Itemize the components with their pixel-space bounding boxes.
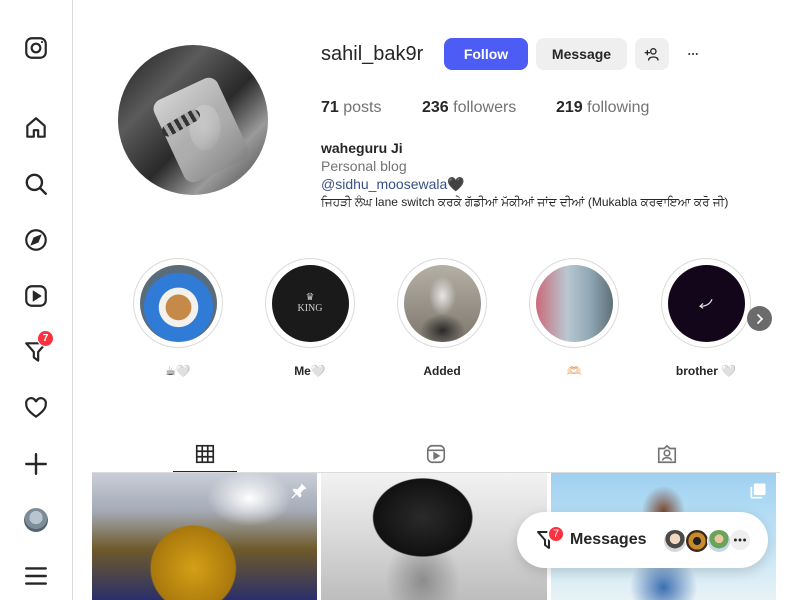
create-plus-icon[interactable] [22, 450, 50, 478]
arrow-curve-icon [699, 299, 713, 309]
bio-name: waheguru Ji [321, 140, 403, 156]
tab-posts[interactable] [173, 437, 237, 471]
search-icon[interactable] [22, 170, 50, 198]
post-thumbnail[interactable] [92, 473, 317, 600]
followers-label: followers [453, 99, 517, 116]
grid-icon [195, 444, 215, 464]
highlight-label: Added [423, 364, 461, 378]
bio-mention-suffix: 🖤 [447, 176, 465, 192]
highlight-item[interactable]: ♛ KING Me🤍 [265, 258, 355, 378]
profile-avatar[interactable] [22, 506, 50, 534]
highlight-label: ☕🤍 [165, 364, 191, 378]
highlight-item[interactable]: brother 🤍 [661, 258, 751, 378]
followers-count: 236 [422, 99, 449, 116]
following-stat[interactable]: 219 following [556, 99, 649, 117]
bio-text: ਜਿਹੜੀ ਲੰਘ lane switch ਕਰਕੇ ਗੱਡੀਆਂ ਮੱਕੀਆਂ… [321, 195, 729, 209]
profile-picture[interactable] [118, 45, 268, 195]
tab-tagged[interactable] [635, 437, 699, 471]
active-tab-indicator [173, 471, 237, 472]
posts-count: 71 [321, 99, 339, 116]
carousel-icon [750, 483, 766, 499]
avatar [707, 529, 731, 553]
heart-icon[interactable] [22, 394, 50, 422]
bio-category: Personal blog [321, 158, 407, 174]
username: sahil_bak9r [321, 43, 424, 65]
reels-tab-icon [426, 444, 446, 464]
messages-label: Messages [570, 531, 647, 548]
more-horizontal-icon [688, 53, 698, 55]
menu-icon[interactable] [22, 562, 50, 590]
messages-nav-icon[interactable]: 7 [22, 330, 54, 366]
post-thumbnail[interactable] [321, 473, 547, 600]
tab-reels[interactable] [404, 437, 468, 471]
highlight-cover [403, 264, 481, 342]
more-horizontal-icon[interactable] [729, 529, 751, 551]
highlight-cover: ♛ KING [271, 264, 349, 342]
bio-mention-link[interactable]: @sidhu_moosewala [321, 176, 447, 192]
suggest-user-button[interactable] [635, 38, 669, 70]
highlight-item[interactable]: ☕🤍 [133, 258, 223, 378]
following-label: following [587, 99, 650, 116]
posts-stat: 71 posts [321, 99, 382, 117]
highlight-cover [139, 264, 217, 342]
following-count: 219 [556, 99, 583, 116]
home-icon[interactable] [22, 114, 50, 142]
messages-badge: 7 [547, 525, 565, 543]
tagged-icon [657, 444, 677, 464]
follow-button[interactable]: Follow [444, 38, 528, 70]
highlights-next-button[interactable] [747, 306, 772, 331]
highlight-label: 🫶🏻 [566, 364, 582, 378]
highlight-cover [667, 264, 745, 342]
highlight-label: brother 🤍 [675, 364, 737, 378]
avatar [663, 529, 687, 553]
explore-compass-icon[interactable] [22, 226, 50, 254]
notification-badge: 7 [37, 330, 54, 347]
add-person-icon [644, 48, 659, 61]
pin-icon [291, 483, 307, 499]
more-options-button[interactable] [681, 38, 705, 70]
highlight-label: Me🤍 [294, 364, 326, 378]
bio: waheguru Ji Personal blog @sidhu_moosewa… [321, 139, 728, 211]
avatar [24, 508, 48, 532]
chevron-right-icon [756, 313, 763, 324]
posts-label: posts [343, 99, 382, 116]
instagram-logo-icon[interactable] [22, 34, 50, 62]
message-button[interactable]: Message [536, 38, 627, 70]
reels-icon[interactable] [22, 282, 50, 310]
followers-stat[interactable]: 236 followers [422, 99, 516, 117]
crown-logo-icon: ♛ KING [297, 292, 323, 314]
sidebar: 7 [0, 0, 73, 600]
highlight-item[interactable]: Added [397, 258, 487, 378]
highlight-item[interactable]: 🫶🏻 [529, 258, 619, 378]
highlight-cover [535, 264, 613, 342]
avatar [685, 529, 709, 553]
